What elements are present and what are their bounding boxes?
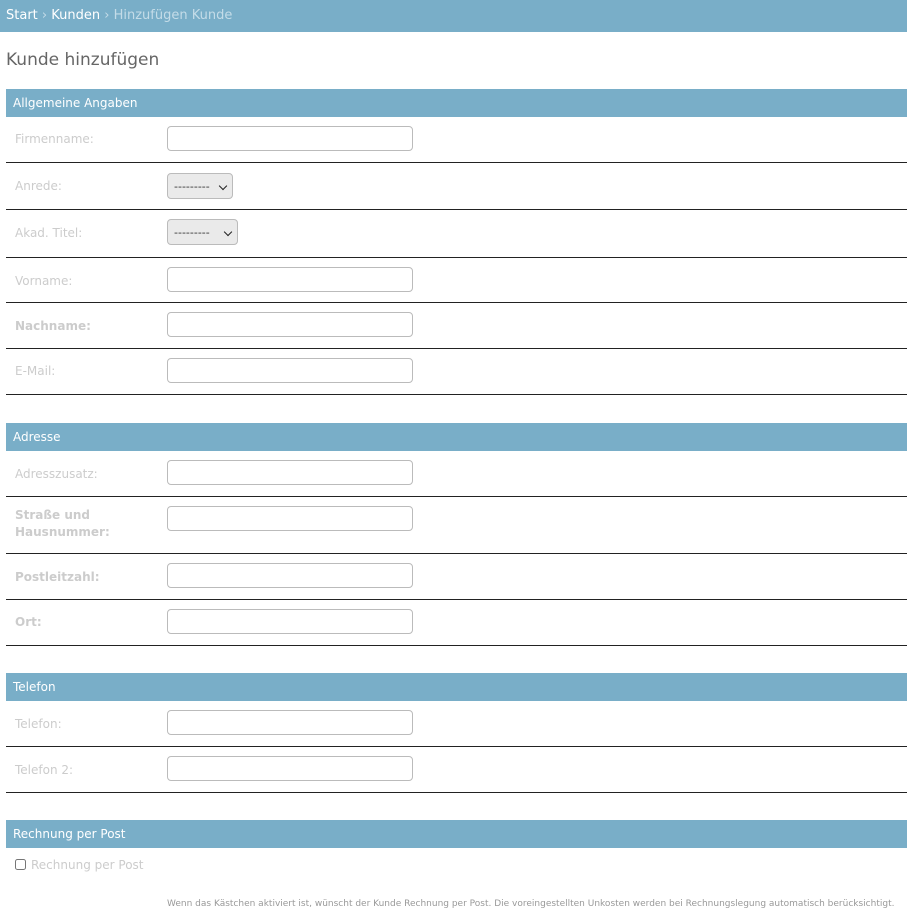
fieldset-phone-title: Telefon bbox=[6, 673, 907, 701]
breadcrumb-separator: › bbox=[41, 8, 48, 23]
page-title: Kunde hinzufügen bbox=[6, 50, 160, 70]
form-row-firmenname: Firmenname: bbox=[6, 117, 907, 163]
chevron-down-icon bbox=[218, 181, 228, 191]
chevron-down-icon bbox=[223, 227, 233, 237]
fieldset-address: Adresse Adresszusatz: Straße und Hausnum… bbox=[6, 423, 907, 646]
fieldset-general-title: Allgemeine Angaben bbox=[6, 89, 907, 117]
vorname-input[interactable] bbox=[167, 267, 413, 292]
email-input[interactable] bbox=[167, 358, 413, 383]
plz-input[interactable] bbox=[167, 563, 413, 588]
titel-label: Akad. Titel: bbox=[15, 226, 83, 240]
fieldset-address-title: Adresse bbox=[6, 423, 907, 451]
nachname-input[interactable] bbox=[167, 312, 413, 337]
breadcrumb-current: Hinzufügen Kunde bbox=[113, 8, 233, 23]
breadcrumb: Start › Kunden › Hinzufügen Kunde bbox=[0, 0, 907, 32]
telefon-input[interactable] bbox=[167, 710, 413, 735]
adresszusatz-input[interactable] bbox=[167, 460, 413, 485]
form-row-nachname: Nachname: bbox=[6, 303, 907, 349]
breadcrumb-separator: › bbox=[104, 8, 110, 23]
form-row-rechnung-per-post: Rechnung per Post Wenn das Kästchen akti… bbox=[6, 848, 907, 909]
anrede-select-value: --------- bbox=[174, 180, 210, 193]
rechnung-per-post-checkbox[interactable] bbox=[15, 859, 26, 870]
form-row-plz: Postleitzahl: bbox=[6, 554, 907, 600]
strasse-label: Straße und Hausnummer: bbox=[15, 508, 110, 539]
email-label: E-Mail: bbox=[15, 364, 56, 378]
firmenname-label: Firmenname: bbox=[15, 132, 94, 146]
anrede-select[interactable]: --------- bbox=[167, 173, 233, 199]
plz-label: Postleitzahl: bbox=[15, 570, 100, 584]
rechnung-per-post-help-text: Wenn das Kästchen aktiviert ist, wünscht… bbox=[167, 899, 895, 909]
rechnung-per-post-label[interactable]: Rechnung per Post bbox=[31, 858, 144, 872]
fieldset-phone: Telefon Telefon: Telefon 2: bbox=[6, 673, 907, 793]
breadcrumb-start-link[interactable]: Start bbox=[6, 8, 38, 23]
form-row-telefon: Telefon: bbox=[6, 701, 907, 747]
ort-label: Ort: bbox=[15, 615, 42, 629]
anrede-label: Anrede: bbox=[15, 179, 62, 193]
form-row-titel: Akad. Titel: --------- bbox=[6, 210, 907, 258]
firmenname-input[interactable] bbox=[167, 126, 413, 151]
telefon2-label: Telefon 2: bbox=[15, 763, 74, 777]
form-row-email: E-Mail: bbox=[6, 349, 907, 395]
telefon-label: Telefon: bbox=[15, 717, 62, 731]
vorname-label: Vorname: bbox=[15, 274, 73, 288]
form-row-telefon2: Telefon 2: bbox=[6, 747, 907, 793]
form-row-adresszusatz: Adresszusatz: bbox=[6, 451, 907, 497]
fieldset-post-title: Rechnung per Post bbox=[6, 820, 907, 848]
nachname-label: Nachname: bbox=[15, 319, 91, 333]
adresszusatz-label: Adresszusatz: bbox=[15, 467, 98, 481]
breadcrumb-kunden-link[interactable]: Kunden bbox=[51, 8, 100, 23]
ort-input[interactable] bbox=[167, 609, 413, 634]
fieldset-general: Allgemeine Angaben Firmenname: Anrede: -… bbox=[6, 89, 907, 395]
strasse-input[interactable] bbox=[167, 506, 413, 531]
form-row-anrede: Anrede: --------- bbox=[6, 163, 907, 210]
titel-select-value: --------- bbox=[174, 226, 210, 239]
form-row-strasse: Straße und Hausnummer: bbox=[6, 497, 907, 554]
telefon2-input[interactable] bbox=[167, 756, 413, 781]
form-row-vorname: Vorname: bbox=[6, 258, 907, 303]
fieldset-post: Rechnung per Post Rechnung per Post Wenn… bbox=[6, 820, 907, 909]
titel-select[interactable]: --------- bbox=[167, 219, 238, 245]
form-row-ort: Ort: bbox=[6, 600, 907, 646]
